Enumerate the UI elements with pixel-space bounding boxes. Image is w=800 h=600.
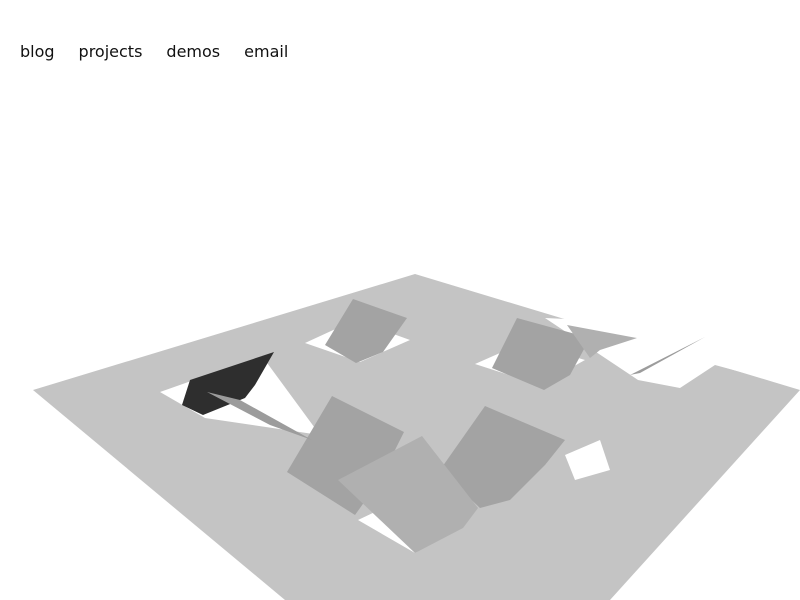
- nav-link-demos[interactable]: demos: [166, 41, 220, 63]
- top-nav: blog projects demos email: [20, 41, 288, 63]
- nav-link-blog[interactable]: blog: [20, 41, 55, 63]
- nav-link-email[interactable]: email: [244, 41, 288, 63]
- 3d-puzzle-scene[interactable]: [0, 0, 800, 600]
- page: blog projects demos email: [0, 0, 800, 600]
- nav-link-projects[interactable]: projects: [79, 41, 143, 63]
